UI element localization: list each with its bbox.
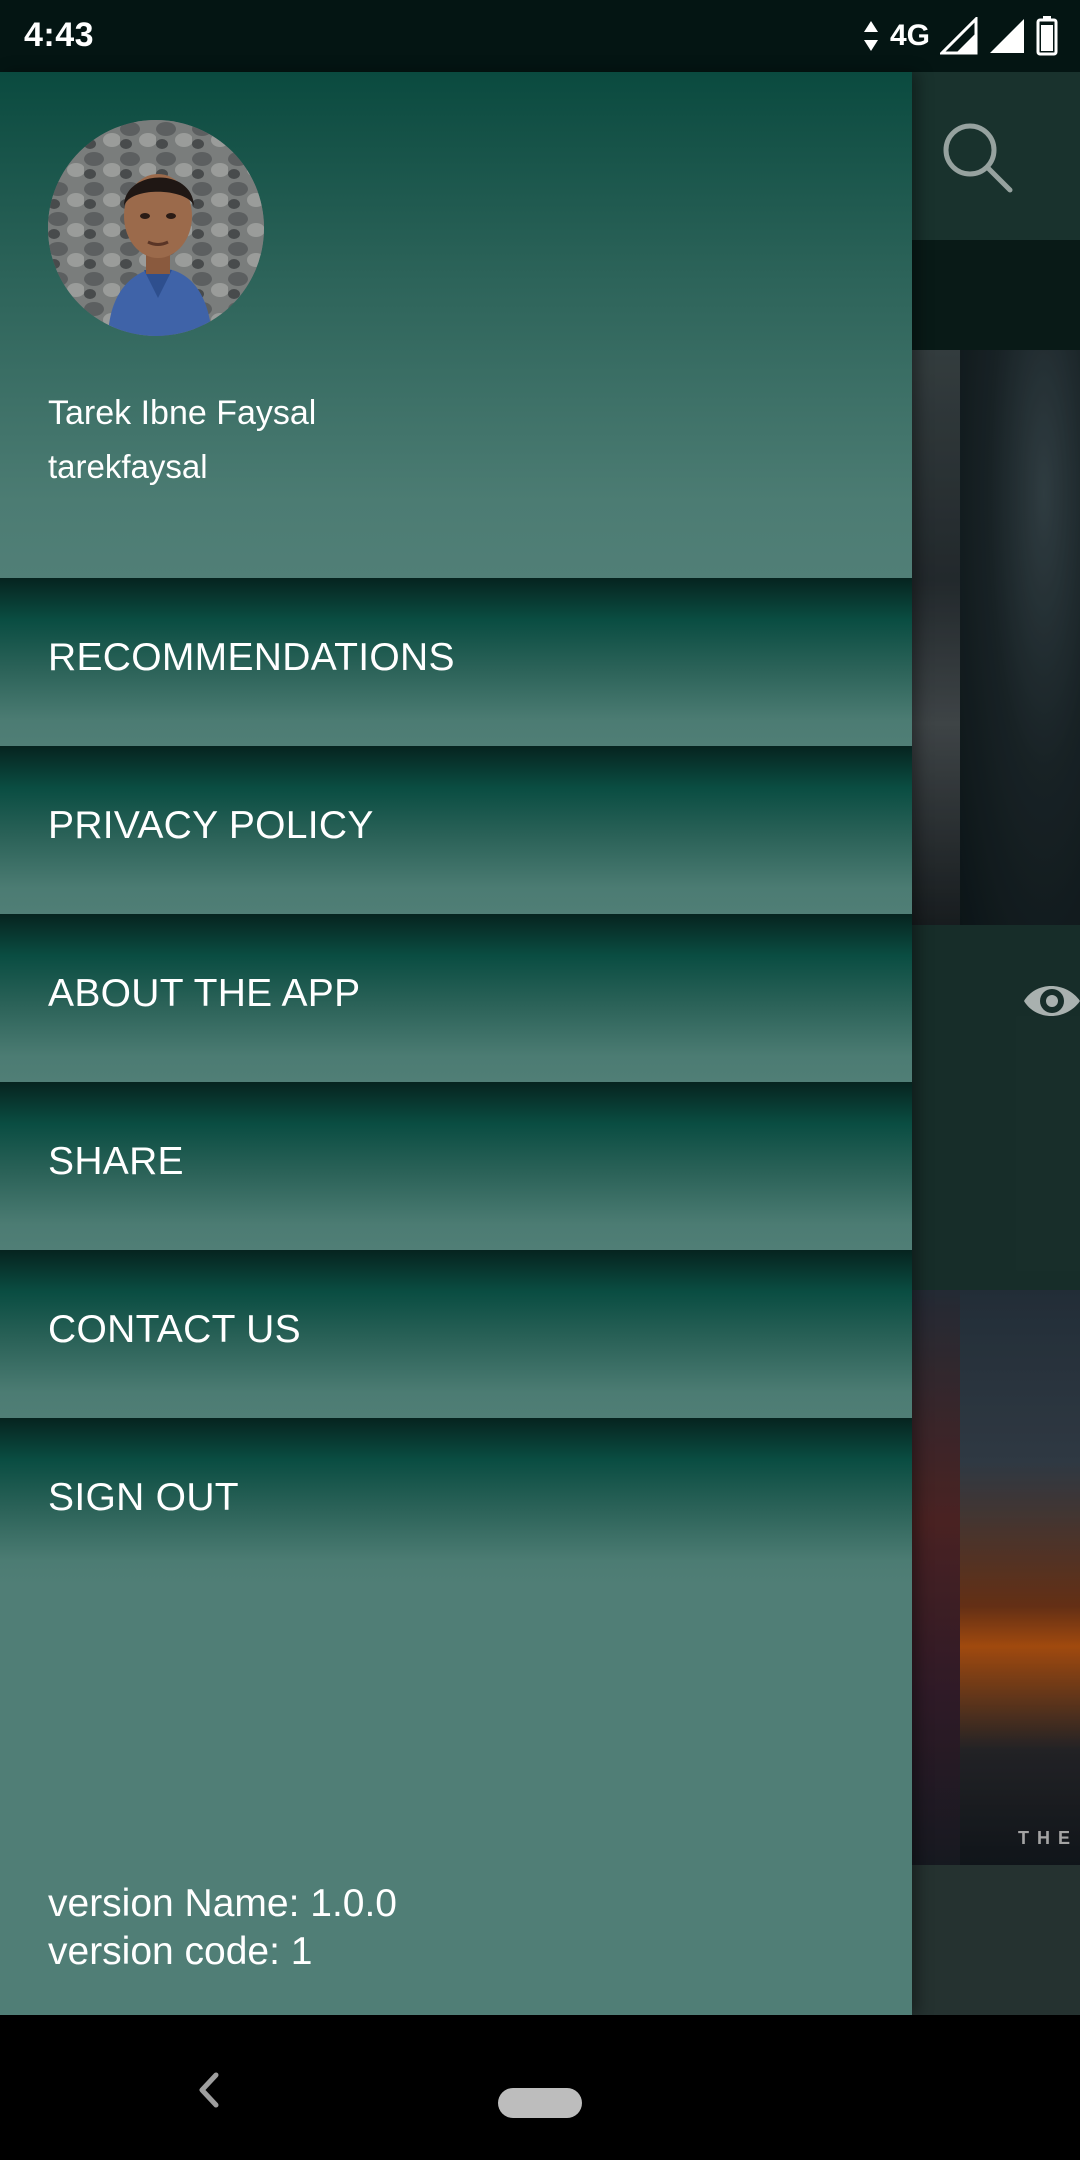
signal-icon [940,17,978,55]
avatar[interactable] [48,120,264,336]
menu-item-label: RECOMMENDATIONS [48,636,455,679]
menu-item-sign-out[interactable]: SIGN OUT [0,1418,912,1586]
status-icons: 4G [862,14,1058,58]
app-screen: THE 4:43 4G Tarek Ibne Faysal tarekfaysa… [0,0,1080,2160]
menu-item-recommendations[interactable]: RECOMMENDATIONS [0,578,912,746]
network-type: 4G [889,19,930,52]
version-info: version Name: 1.0.0 version code: 1 [48,1880,397,1976]
back-icon[interactable] [188,2065,228,2115]
data-activity-icon [863,21,878,51]
user-name: Tarek Ibne Faysal [48,394,317,432]
system-nav-bar [0,2015,1080,2160]
menu-item-label: PRIVACY POLICY [48,804,374,847]
signal-full-icon [990,19,1024,53]
menu-item-label: SIGN OUT [48,1476,239,1519]
menu-item-label: SHARE [48,1140,184,1183]
menu-item-label: CONTACT US [48,1308,301,1351]
status-bar: 4:43 4G [0,0,1080,72]
version-name: version Name: 1.0.0 [48,1882,398,1925]
navigation-drawer: Tarek Ibne Faysal tarekfaysal RECOMMENDA… [0,72,912,2015]
menu-item-share[interactable]: SHARE [0,1082,912,1250]
status-time: 4:43 [24,16,95,54]
avatar-image [48,120,264,336]
menu-item-contact-us[interactable]: CONTACT US [0,1250,912,1418]
menu-item-about-the-app[interactable]: ABOUT THE APP [0,914,912,1082]
user-handle: tarekfaysal [48,448,208,485]
version-code: version code: 1 [48,1930,313,1973]
menu-item-privacy-policy[interactable]: PRIVACY POLICY [0,746,912,914]
battery-icon [1036,16,1058,56]
drawer-header: Tarek Ibne Faysal tarekfaysal [0,72,912,578]
home-pill-icon[interactable] [498,2088,582,2118]
menu-item-label: ABOUT THE APP [48,972,361,1015]
